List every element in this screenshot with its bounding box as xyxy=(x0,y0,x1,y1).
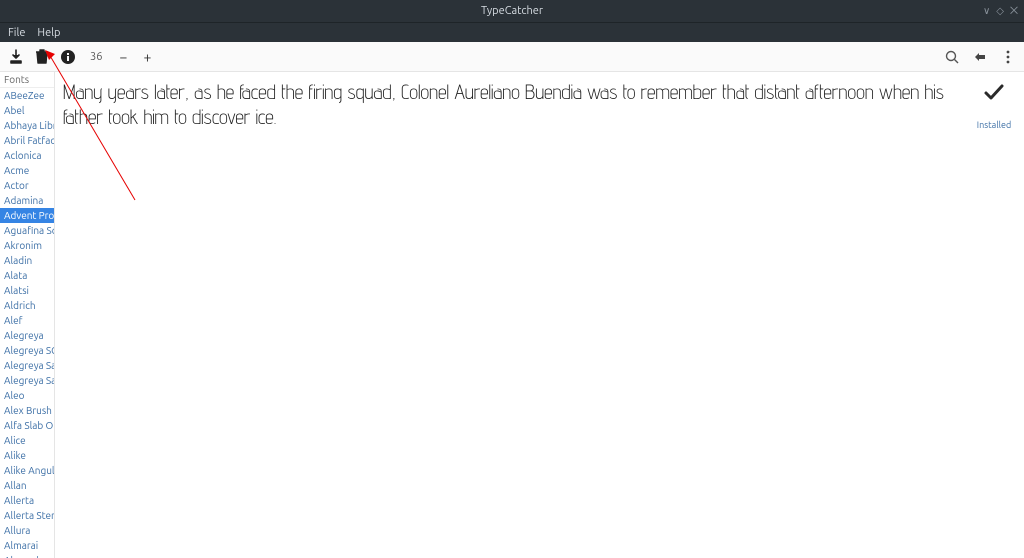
font-item[interactable]: Allan xyxy=(0,478,54,493)
font-item[interactable]: Alice xyxy=(0,433,54,448)
window-title: TypeCatcher xyxy=(481,5,543,17)
font-item[interactable]: Alfa Slab One xyxy=(0,418,54,433)
info-icon[interactable] xyxy=(60,49,76,65)
font-item[interactable]: Almarai xyxy=(0,538,54,553)
font-item[interactable]: Allerta Stencil xyxy=(0,508,54,523)
install-status-label: Installed xyxy=(972,120,1016,130)
preview-area: Many years later, as he faced the firing… xyxy=(55,72,1024,558)
font-item[interactable]: Alegreya Sans SC xyxy=(0,373,54,388)
font-item[interactable]: Alex Brush xyxy=(0,403,54,418)
font-list[interactable]: ABeeZeeAbelAbhaya LibreAbril FatfaceAclo… xyxy=(0,88,54,558)
font-item[interactable]: Allura xyxy=(0,523,54,538)
font-item[interactable]: Alike Angular xyxy=(0,463,54,478)
font-item[interactable]: Almendra xyxy=(0,553,54,558)
font-item[interactable]: Aguafina Script xyxy=(0,223,54,238)
reset-icon[interactable] xyxy=(972,49,988,65)
font-item[interactable]: Akronim xyxy=(0,238,54,253)
font-item[interactable]: Aleo xyxy=(0,388,54,403)
font-sidebar: Fonts ABeeZeeAbelAbhaya LibreAbril Fatfa… xyxy=(0,72,55,558)
maximize-icon[interactable]: ◇ xyxy=(996,5,1004,17)
increase-size-button[interactable]: + xyxy=(140,49,154,65)
menu-file[interactable]: File xyxy=(8,27,25,39)
trash-icon[interactable] xyxy=(34,49,50,65)
font-item[interactable]: Abril Fatface xyxy=(0,133,54,148)
titlebar: TypeCatcher ∨ ◇ ⨉ xyxy=(0,0,1024,22)
more-icon[interactable] xyxy=(1000,49,1016,65)
menubar: File Help xyxy=(0,22,1024,42)
font-item[interactable]: Abhaya Libre xyxy=(0,118,54,133)
font-item[interactable]: Alegreya Sans xyxy=(0,358,54,373)
font-item[interactable]: Allerta xyxy=(0,493,54,508)
font-item[interactable]: Aldrich xyxy=(0,298,54,313)
sidebar-header: Fonts xyxy=(0,72,54,88)
font-item[interactable]: Aclonica xyxy=(0,148,54,163)
font-item[interactable]: Advent Pro xyxy=(0,208,54,223)
font-item[interactable]: Acme xyxy=(0,163,54,178)
font-item[interactable]: Abel xyxy=(0,103,54,118)
font-item[interactable]: Alata xyxy=(0,268,54,283)
install-status: Installed xyxy=(972,80,1016,130)
font-item[interactable]: Alike xyxy=(0,448,54,463)
font-item[interactable]: Aladin xyxy=(0,253,54,268)
font-item[interactable]: Alegreya xyxy=(0,328,54,343)
search-icon[interactable] xyxy=(944,49,960,65)
window-controls: ∨ ◇ ⨉ xyxy=(983,5,1018,17)
decrease-size-button[interactable]: − xyxy=(116,49,130,65)
close-icon[interactable]: ⨉ xyxy=(1010,5,1018,17)
menu-help[interactable]: Help xyxy=(37,27,60,39)
check-icon xyxy=(972,80,1016,108)
minimize-icon[interactable]: ∨ xyxy=(983,5,990,17)
font-item[interactable]: Actor xyxy=(0,178,54,193)
toolbar: 36 − + xyxy=(0,42,1024,72)
font-item[interactable]: Alef xyxy=(0,313,54,328)
font-item[interactable]: Adamina xyxy=(0,193,54,208)
font-item[interactable]: Alegreya SC xyxy=(0,343,54,358)
content-area: Fonts ABeeZeeAbelAbhaya LibreAbril Fatfa… xyxy=(0,72,1024,558)
font-item[interactable]: Alatsi xyxy=(0,283,54,298)
download-icon[interactable] xyxy=(8,49,24,65)
font-item[interactable]: ABeeZee xyxy=(0,88,54,103)
preview-text: Many years later, as he faced the firing… xyxy=(63,80,964,130)
font-size-display: 36 xyxy=(86,51,106,63)
